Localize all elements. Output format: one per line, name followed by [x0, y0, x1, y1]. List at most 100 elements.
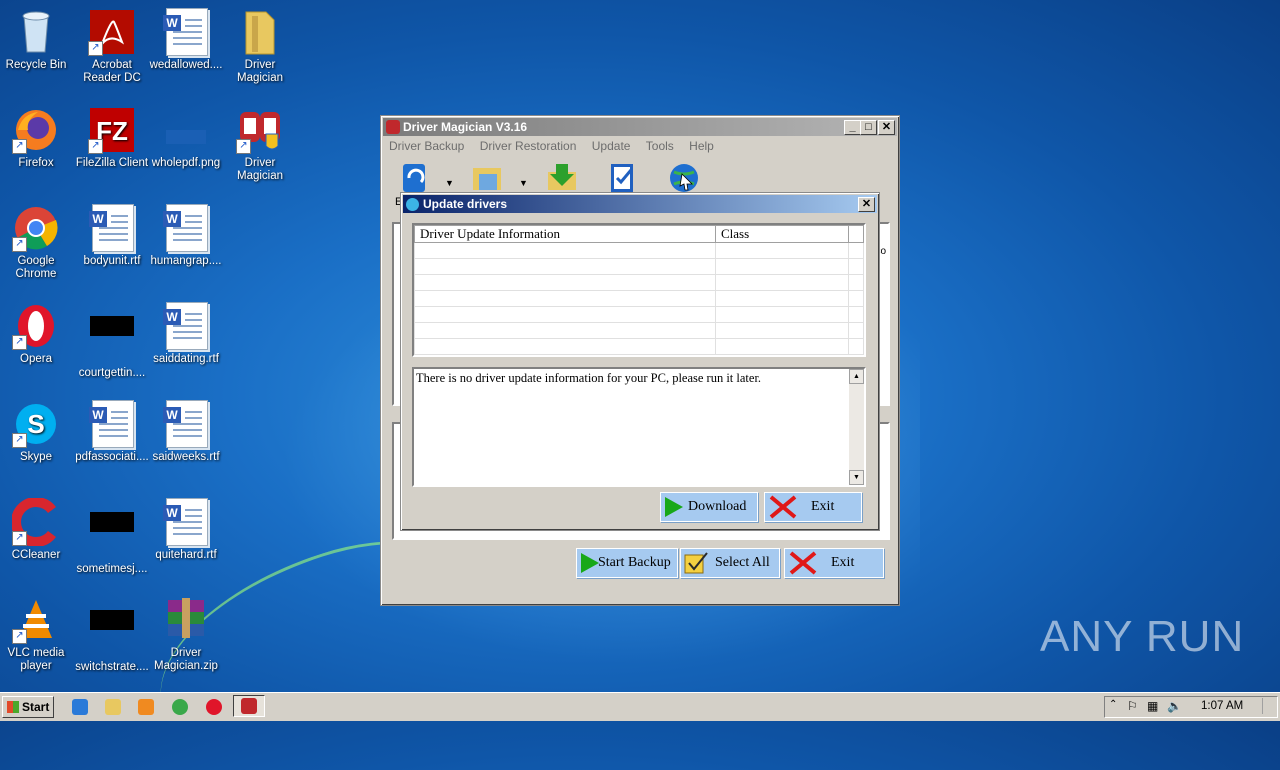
clock[interactable]: 1:07 AM	[1201, 700, 1243, 712]
download-button[interactable]: Download	[660, 492, 758, 522]
tray-expand-icon[interactable]: ⌃	[1109, 699, 1117, 710]
exit-x-icon	[789, 551, 817, 575]
column-header-class[interactable]: Class	[715, 225, 849, 243]
menu-driver-backup[interactable]: Driver Backup	[383, 136, 470, 156]
chrome-quicklaunch-icon[interactable]	[172, 699, 188, 715]
restore-toolbar-icon[interactable]	[471, 162, 503, 194]
desktop-icon-driver-magician-app[interactable]: ↗ Driver Magician	[222, 106, 298, 183]
textarea-scrollbar[interactable]: ▲ ▼	[849, 369, 864, 485]
update-info-table[interactable]: Driver Update Information Class	[412, 223, 866, 357]
dialog-close-button[interactable]: ✕	[858, 197, 875, 212]
desktop-icon-label: quitehard.rtf	[155, 549, 217, 561]
desktop-icon-courtgettin[interactable]: courtgettin....	[74, 302, 150, 380]
table-row[interactable]	[414, 306, 864, 323]
scroll-down-icon[interactable]: ▼	[849, 470, 864, 485]
desktop-icon-humangrap[interactable]: W humangrap....	[148, 204, 224, 268]
table-header-row: Driver Update Information Class	[414, 225, 864, 243]
table-row[interactable]	[414, 242, 864, 259]
desktop-icon-label: Google Chrome	[15, 255, 57, 280]
desktop-icon-label: Acrobat Reader DC	[83, 59, 141, 84]
select-all-button[interactable]: Select All	[680, 548, 780, 578]
update-info-text: There is no driver update information fo…	[416, 371, 762, 385]
network-icon[interactable]: ▦	[1147, 699, 1158, 713]
desktop-icon-filezilla[interactable]: FZ ↗ FileZilla Client	[74, 106, 150, 170]
desktop-icon-label: switchstrate....	[75, 661, 149, 673]
desktop-icon-label: Firefox	[18, 157, 54, 169]
web-toolbar-icon[interactable]	[668, 162, 700, 194]
ie-quicklaunch-icon[interactable]	[72, 699, 88, 715]
dropdown-arrow-icon[interactable]: ▼	[519, 178, 528, 188]
desktop-icon-bodyunit[interactable]: W bodyunit.rtf	[74, 204, 150, 268]
table-row[interactable]	[414, 290, 864, 307]
start-backup-button[interactable]: Start Backup	[576, 548, 678, 578]
backup-toolbar-icon[interactable]	[399, 162, 431, 194]
download-toolbar-icon[interactable]	[546, 162, 578, 194]
desktop-icon-quitehard[interactable]: W quitehard.rtf	[148, 498, 224, 562]
select-all-check-icon	[684, 552, 708, 574]
flag-icon[interactable]: ⚐	[1127, 699, 1138, 713]
minimize-button[interactable]: _	[844, 120, 861, 135]
opera-quicklaunch-icon[interactable]	[206, 699, 222, 715]
menu-driver-restoration[interactable]: Driver Restoration	[474, 136, 583, 156]
explorer-quicklaunch-icon[interactable]	[105, 699, 121, 715]
desktop-icon-sometimesj[interactable]: sometimesj....	[74, 498, 150, 576]
desktop-icon-wholepdf[interactable]: wholepdf.png	[148, 106, 224, 170]
system-tray: ⌃ ⚐ ▦ 🔈 1:07 AM	[1104, 696, 1278, 718]
desktop-icon-switchstrate[interactable]: switchstrate....	[74, 596, 150, 674]
word-document-icon: W	[88, 204, 136, 252]
desktop-icon-recycle-bin[interactable]: Recycle Bin	[0, 8, 74, 72]
driver-magician-task-icon	[241, 698, 257, 714]
word-document-icon: W	[162, 8, 210, 56]
desktop-icon-wedallowed[interactable]: W wedallowed....	[148, 8, 224, 72]
desktop-icon-saidweeks[interactable]: W saidweeks.rtf	[148, 400, 224, 464]
taskbar: Start ⌃ ⚐ ▦ 🔈 1:07 AM	[0, 692, 1280, 721]
desktop-icon-chrome[interactable]: ↗ Google Chrome	[0, 204, 74, 281]
table-row[interactable]	[414, 274, 864, 291]
desktop-icon-saiddating[interactable]: W saiddating.rtf	[148, 302, 224, 366]
main-window-title: Driver Magician V3.16	[403, 120, 528, 134]
taskbar-driver-magician-button[interactable]	[233, 695, 265, 717]
volume-icon[interactable]: 🔈	[1167, 699, 1182, 713]
desktop-icon-label: wholepdf.png	[151, 157, 221, 169]
exit-x-icon	[769, 495, 797, 519]
vlc-cone-icon: ↗	[12, 596, 60, 644]
desktop-icon-pdfassociati[interactable]: W pdfassociati....	[74, 400, 150, 464]
menu-update[interactable]: Update	[586, 136, 637, 156]
desktop-icon-label: courtgettin....	[78, 367, 146, 379]
main-exit-button[interactable]: Exit	[784, 548, 884, 578]
desktop-icon-acrobat[interactable]: ↗ Acrobat Reader DC	[74, 8, 150, 85]
desktop-icon-skype[interactable]: S ↗ Skype	[0, 400, 74, 464]
column-header-info[interactable]: Driver Update Information	[414, 225, 716, 243]
menu-help[interactable]: Help	[683, 136, 720, 156]
desktop-icon-label: Opera	[20, 353, 52, 365]
start-button[interactable]: Start	[2, 696, 54, 718]
desktop-icon-opera[interactable]: ↗ Opera	[0, 302, 74, 366]
main-window-titlebar[interactable]: Driver Magician V3.16 _ □ ✕	[383, 118, 897, 136]
anyrun-watermark: ANY RUN	[1040, 612, 1245, 661]
dialog-titlebar[interactable]: Update drivers ✕	[403, 195, 877, 213]
dialog-exit-button[interactable]: Exit	[764, 492, 862, 522]
update-info-textarea[interactable]: There is no driver update information fo…	[412, 367, 866, 487]
chrome-icon: ↗	[12, 204, 60, 252]
maximize-button[interactable]: □	[860, 120, 877, 135]
table-row[interactable]	[414, 258, 864, 275]
firefox-icon: ↗	[12, 106, 60, 154]
menu-tools[interactable]: Tools	[640, 136, 680, 156]
desktop-icon-vlc[interactable]: ↗ VLC media player	[0, 596, 74, 673]
media-player-quicklaunch-icon[interactable]	[138, 699, 154, 715]
folder-icon	[236, 8, 284, 56]
desktop-icon-firefox[interactable]: ↗ Firefox	[0, 106, 74, 170]
blank-file-icon	[88, 316, 136, 364]
select-all-label: Select All	[715, 555, 770, 570]
app-icon	[386, 120, 400, 134]
desktop-icon-driver-magician-zip[interactable]: Driver Magician.zip	[148, 596, 224, 673]
show-desktop-button[interactable]	[1262, 698, 1275, 714]
table-row[interactable]	[414, 338, 864, 355]
close-button[interactable]: ✕	[878, 120, 895, 135]
desktop-icon-driver-magician-folder[interactable]: Driver Magician	[222, 8, 298, 85]
desktop-icon-ccleaner[interactable]: ↗ CCleaner	[0, 497, 74, 562]
dropdown-arrow-icon[interactable]: ▼	[445, 178, 454, 188]
checklist-toolbar-icon[interactable]	[607, 162, 639, 194]
scroll-up-icon[interactable]: ▲	[849, 369, 864, 384]
table-row[interactable]	[414, 322, 864, 339]
